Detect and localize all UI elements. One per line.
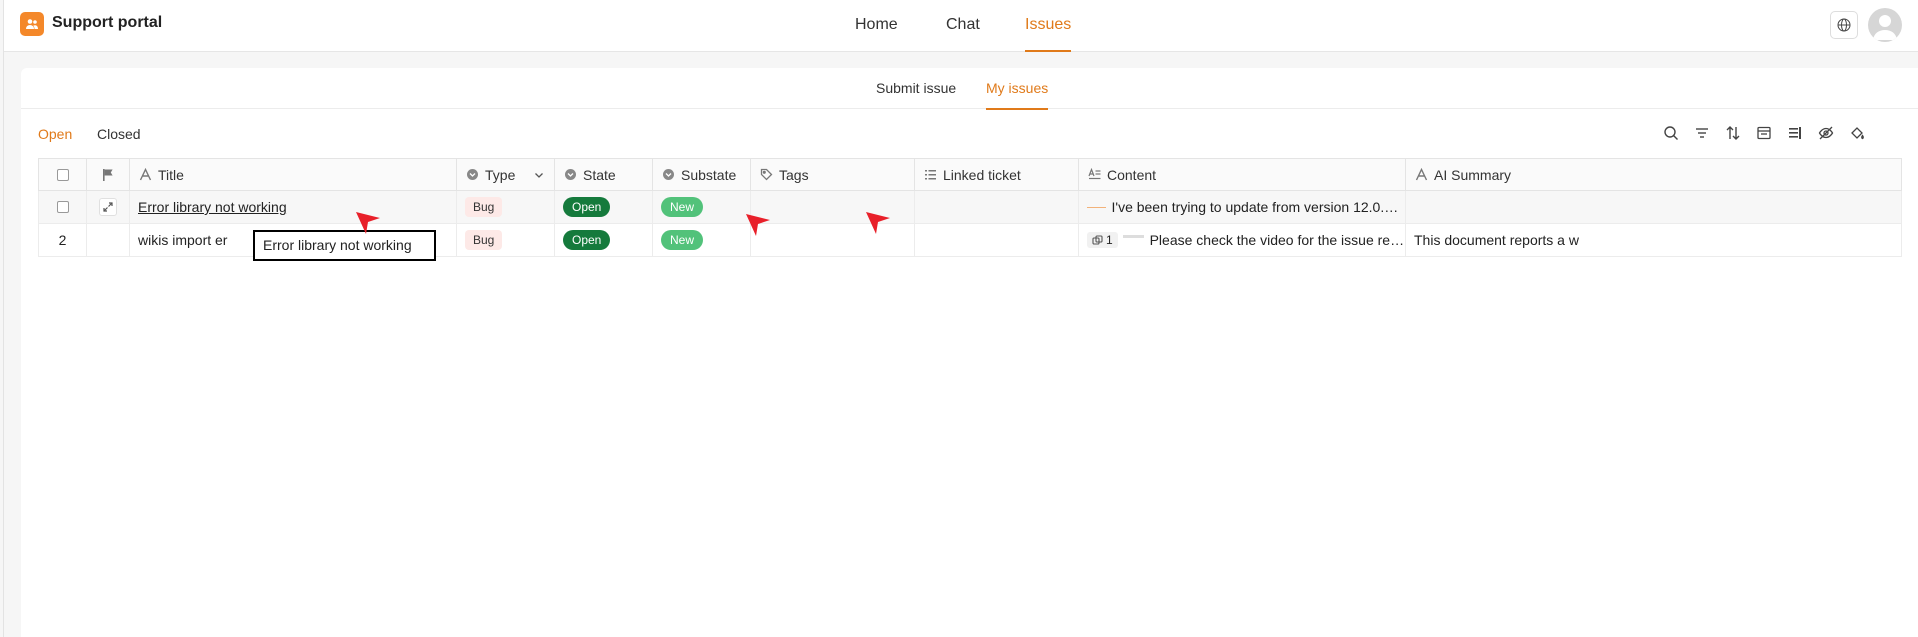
issue-title-text: wikis import er bbox=[138, 232, 228, 248]
row-expand-cell bbox=[87, 224, 130, 257]
single-select-icon bbox=[563, 168, 577, 182]
type-badge: Bug bbox=[465, 197, 503, 217]
row-substate-cell[interactable]: New bbox=[653, 224, 751, 257]
chevron-down-icon[interactable] bbox=[534, 167, 544, 183]
portal-title: Support portal bbox=[52, 14, 163, 31]
row-checkbox-cell bbox=[38, 191, 87, 224]
column-header-title[interactable]: Title bbox=[130, 158, 457, 191]
search-icon[interactable] bbox=[1661, 123, 1681, 143]
app-frame: Support portal Home Chat Issues Submit i… bbox=[3, 0, 1918, 637]
flag-header bbox=[87, 158, 130, 191]
nav-home[interactable]: Home bbox=[855, 0, 898, 52]
user-avatar[interactable] bbox=[1868, 8, 1902, 42]
substate-badge: New bbox=[661, 230, 704, 250]
ai-summary-text: This document reports a w bbox=[1414, 232, 1579, 248]
link-record-icon bbox=[923, 168, 937, 182]
state-badge: Open bbox=[563, 197, 611, 217]
tab-my-issues[interactable]: My issues bbox=[986, 68, 1049, 110]
filter-icon[interactable] bbox=[1692, 123, 1712, 143]
row-type-cell[interactable]: Bug bbox=[457, 224, 555, 257]
sort-icon[interactable] bbox=[1723, 123, 1743, 143]
content-preview-line bbox=[1087, 206, 1106, 208]
row-ai-summary-cell[interactable] bbox=[1406, 191, 1902, 224]
content-text: I've been trying to update from version … bbox=[1111, 199, 1406, 215]
column-header-tags[interactable]: Tags bbox=[751, 158, 915, 191]
annotation-arrow-icon bbox=[866, 212, 890, 234]
row-expand-cell bbox=[87, 191, 130, 224]
row-index-cell: 2 bbox=[38, 224, 87, 257]
paint-bucket-icon[interactable] bbox=[1847, 123, 1867, 143]
column-header-state[interactable]: State bbox=[555, 158, 653, 191]
top-bar: Support portal Home Chat Issues bbox=[4, 0, 1918, 52]
row-content-cell[interactable]: 1 Please check the video for the issue r… bbox=[1079, 224, 1406, 257]
issue-title-link[interactable]: Error library not working bbox=[138, 199, 287, 215]
row-height-icon[interactable] bbox=[1785, 123, 1805, 143]
text-field-icon bbox=[138, 168, 152, 182]
hide-fields-icon[interactable] bbox=[1816, 123, 1836, 143]
annotation-arrow-icon bbox=[356, 212, 380, 234]
type-badge: Bug bbox=[465, 230, 503, 250]
select-all-checkbox[interactable] bbox=[56, 168, 69, 181]
single-select-icon bbox=[465, 168, 479, 182]
column-header-type[interactable]: Type bbox=[457, 158, 555, 191]
select-all-header bbox=[38, 158, 87, 191]
issues-card: Submit issue My issues Open Closed Title… bbox=[21, 68, 1918, 637]
flag-icon bbox=[101, 168, 115, 182]
language-globe-icon[interactable] bbox=[1830, 11, 1858, 39]
portal-logo-icon bbox=[20, 12, 44, 36]
content-text: Please check the video for the issue rep… bbox=[1149, 232, 1405, 248]
attachment-icon bbox=[1092, 234, 1103, 245]
row-state-cell[interactable]: Open bbox=[555, 224, 653, 257]
row-type-cell[interactable]: Bug bbox=[457, 191, 555, 224]
tab-submit-issue[interactable]: Submit issue bbox=[876, 68, 956, 108]
column-header-linked-ticket[interactable]: Linked ticket bbox=[915, 158, 1079, 191]
row-content-cell[interactable]: I've been trying to update from version … bbox=[1079, 191, 1406, 224]
row-checkbox[interactable] bbox=[56, 201, 69, 213]
tag-icon bbox=[759, 168, 773, 182]
row-substate-cell[interactable]: New bbox=[653, 191, 751, 224]
nav-issues[interactable]: Issues bbox=[1025, 0, 1072, 52]
title-tooltip: Error library not working bbox=[253, 230, 436, 261]
column-header-content[interactable]: Content bbox=[1079, 158, 1406, 191]
row-ai-summary-cell[interactable]: This document reports a w bbox=[1406, 224, 1902, 257]
row-state-cell[interactable]: Open bbox=[555, 191, 653, 224]
video-thumbnail-icon bbox=[1122, 235, 1144, 245]
substate-badge: New bbox=[661, 197, 704, 217]
group-icon[interactable] bbox=[1754, 123, 1774, 143]
single-select-icon bbox=[661, 168, 675, 182]
row-linked-ticket-cell[interactable] bbox=[915, 224, 1079, 257]
text-field-icon bbox=[1414, 168, 1428, 182]
expand-icon[interactable] bbox=[99, 198, 117, 216]
row-linked-ticket-cell[interactable] bbox=[915, 191, 1079, 224]
column-header-substate[interactable]: Substate bbox=[653, 158, 751, 191]
issues-subtabs: Submit issue My issues bbox=[21, 68, 1918, 110]
state-badge: Open bbox=[563, 230, 611, 250]
filter-closed[interactable]: Closed bbox=[97, 126, 141, 142]
nav-chat[interactable]: Chat bbox=[946, 0, 980, 52]
attachment-count-badge: 1 bbox=[1087, 232, 1118, 248]
row-title-cell[interactable]: Error library not working bbox=[130, 191, 457, 224]
column-header-ai-summary[interactable]: AI Summary bbox=[1406, 158, 1902, 191]
filter-open[interactable]: Open bbox=[38, 126, 72, 142]
long-text-icon bbox=[1087, 168, 1101, 182]
annotation-arrow-icon bbox=[746, 214, 770, 236]
